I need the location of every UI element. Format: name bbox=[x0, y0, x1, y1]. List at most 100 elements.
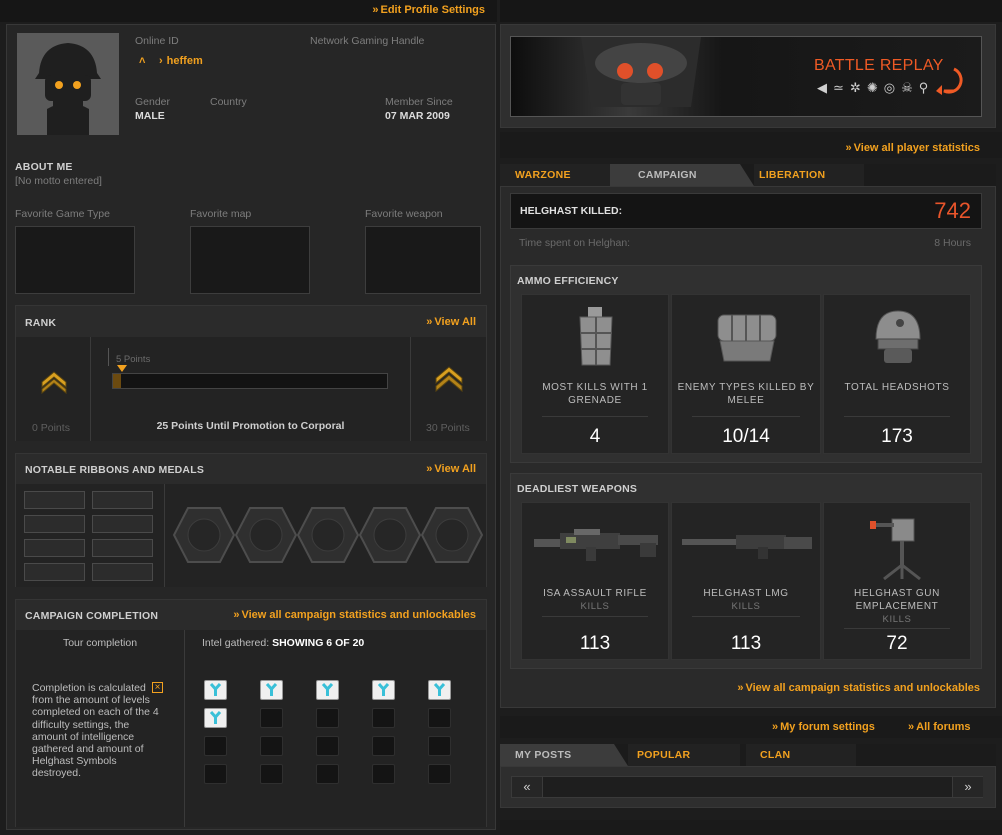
weapon-card: ISA ASSAULT RIFLE KILLS 113 bbox=[521, 502, 669, 660]
rewind-icon[interactable]: ◀ bbox=[817, 80, 833, 95]
avatar[interactable] bbox=[17, 33, 119, 135]
tab-warzone[interactable]: WARZONE bbox=[500, 164, 610, 186]
battle-replay-panel: BATTLE REPLAY ◀≃✲✺◎☠⚲ bbox=[500, 24, 996, 128]
battle-replay-title: BATTLE REPLAY bbox=[814, 57, 944, 74]
intel-collected-icon[interactable] bbox=[428, 680, 451, 700]
forum-settings-link[interactable]: » My forum settings bbox=[772, 721, 875, 733]
ribbon-slot[interactable] bbox=[24, 515, 85, 533]
intel-slot[interactable] bbox=[316, 708, 339, 728]
intel-slot[interactable] bbox=[372, 764, 395, 784]
stat-caption: ENEMY TYPES KILLED BY MELEE bbox=[677, 382, 815, 406]
intel-slot[interactable] bbox=[316, 736, 339, 756]
intel-slot[interactable] bbox=[316, 764, 339, 784]
intel-slot[interactable] bbox=[260, 708, 283, 728]
ribbon-slot[interactable] bbox=[92, 539, 153, 557]
tab-popular[interactable]: POPULAR bbox=[628, 744, 740, 766]
rank-view-all-link[interactable]: » View All bbox=[426, 316, 476, 328]
stat-separator bbox=[692, 616, 800, 617]
medal-slot[interactable] bbox=[296, 506, 360, 564]
stat-separator bbox=[692, 416, 800, 417]
intel-slot[interactable] bbox=[260, 736, 283, 756]
medal-slot[interactable] bbox=[358, 506, 422, 564]
tab-clan[interactable]: CLAN bbox=[746, 744, 856, 766]
intel-slot[interactable] bbox=[204, 764, 227, 784]
ribbon-slot[interactable] bbox=[92, 515, 153, 533]
close-icon[interactable]: × bbox=[152, 682, 163, 693]
ribbon-slot[interactable] bbox=[24, 539, 85, 557]
explosion-icon[interactable]: ✺ bbox=[867, 80, 884, 95]
all-forums-link[interactable]: » All forums bbox=[908, 721, 971, 733]
replay-controls[interactable]: ◀≃✲✺◎☠⚲ bbox=[817, 80, 934, 96]
intel-collected-icon[interactable] bbox=[316, 680, 339, 700]
medal-slot[interactable] bbox=[234, 506, 298, 564]
intel-collected-icon[interactable] bbox=[372, 680, 395, 700]
fire-icon[interactable]: ✲ bbox=[850, 80, 867, 95]
intel-slot[interactable] bbox=[428, 764, 451, 784]
ribbon-slot[interactable] bbox=[92, 491, 153, 509]
ribbon-slot[interactable] bbox=[92, 563, 153, 581]
intel-collected-icon[interactable] bbox=[204, 708, 227, 728]
right-header-strip bbox=[500, 0, 1002, 22]
intel-collected-icon[interactable] bbox=[204, 680, 227, 700]
ribbon-slot[interactable] bbox=[24, 563, 85, 581]
deadliest-weapons-section: DEADLIEST WEAPONS ISA ASSAULT RIFLE KILL… bbox=[510, 473, 982, 669]
intel-slot[interactable] bbox=[372, 736, 395, 756]
member-since-value: 07 MAR 2009 bbox=[385, 110, 450, 122]
stat-card: TOTAL HEADSHOTS 173 bbox=[823, 294, 971, 454]
intel-gathered-label: Intel gathered: bbox=[202, 637, 270, 649]
intel-grid bbox=[204, 680, 474, 790]
stat-value: 10/14 bbox=[722, 426, 770, 447]
forum-next-button[interactable]: » bbox=[952, 777, 983, 797]
country-label: Country bbox=[210, 96, 247, 108]
battle-replay-banner[interactable]: BATTLE REPLAY ◀≃✲✺◎☠⚲ bbox=[510, 36, 982, 117]
fav-map-box bbox=[190, 226, 310, 294]
weapon-kills-label: KILLS bbox=[882, 614, 912, 625]
stat-caption: MOST KILLS WITH 1 GRENADE bbox=[542, 382, 648, 406]
ribbon-slot[interactable] bbox=[24, 491, 85, 509]
signal-icon[interactable]: ⚲ bbox=[919, 80, 935, 95]
target-icon[interactable]: ◎ bbox=[884, 80, 901, 95]
medal-slot[interactable] bbox=[420, 506, 484, 564]
view-player-stats-link[interactable]: » View all player statistics bbox=[846, 142, 981, 154]
ribbons-view-all-link[interactable]: » View All bbox=[426, 463, 476, 475]
intel-slot[interactable] bbox=[372, 708, 395, 728]
tab-liberation[interactable]: LIBERATION bbox=[754, 164, 864, 186]
weapon-caption: HELGHAST LMG bbox=[703, 588, 789, 599]
path-icon[interactable]: ≃ bbox=[833, 80, 850, 95]
campaign-view-all-link[interactable]: » View all campaign statistics and unlock… bbox=[233, 609, 476, 621]
view-campaign-stats-link[interactable]: » View all campaign statistics and unlock… bbox=[737, 682, 980, 694]
stat-value: 173 bbox=[881, 426, 913, 447]
tab-campaign[interactable]: CAMPAIGN bbox=[610, 164, 740, 186]
gender-label: Gender bbox=[135, 96, 171, 108]
intel-collected-icon[interactable] bbox=[260, 680, 283, 700]
stat-caption: TOTAL HEADSHOTS bbox=[844, 382, 950, 393]
rank-bar-tick bbox=[108, 348, 109, 366]
rank-left-points: 0 Points bbox=[32, 422, 70, 434]
weapon-kills-value: 113 bbox=[730, 633, 762, 654]
stat-separator bbox=[844, 628, 950, 629]
campaign-stats-panel: HELGHAST KILLED: 742 Time spent on Helgh… bbox=[500, 186, 996, 708]
stat-separator bbox=[542, 616, 648, 617]
footer-strip bbox=[500, 820, 1002, 835]
forum-prev-button[interactable]: « bbox=[512, 777, 543, 797]
lmg-icon bbox=[682, 535, 812, 559]
medal-slot[interactable] bbox=[172, 506, 236, 564]
skull-icon[interactable]: ☠ bbox=[901, 80, 919, 95]
intel-slot[interactable] bbox=[204, 736, 227, 756]
online-id-link[interactable]: › heffem bbox=[159, 55, 203, 67]
intel-slot[interactable] bbox=[260, 764, 283, 784]
fav-map-label: Favorite map bbox=[190, 208, 252, 220]
stat-value: 4 bbox=[589, 426, 601, 447]
fav-weapon-box bbox=[365, 226, 481, 294]
intel-gathered-value: SHOWING 6 OF 20 bbox=[272, 637, 365, 649]
current-rank-icon bbox=[41, 371, 67, 394]
forum-pager bbox=[511, 776, 983, 798]
weapon-caption: ISA ASSAULT RIFLE bbox=[543, 588, 647, 599]
promotion-text: 25 Points Until Promotion to Corporal bbox=[156, 420, 345, 432]
tab-my-posts[interactable]: MY POSTS bbox=[500, 744, 614, 766]
helghast-soldier-icon bbox=[581, 37, 701, 107]
intel-slot[interactable] bbox=[428, 708, 451, 728]
edit-profile-link[interactable]: » Edit Profile Settings bbox=[372, 4, 485, 16]
tour-completion-label: Tour completion bbox=[62, 637, 138, 649]
intel-slot[interactable] bbox=[428, 736, 451, 756]
